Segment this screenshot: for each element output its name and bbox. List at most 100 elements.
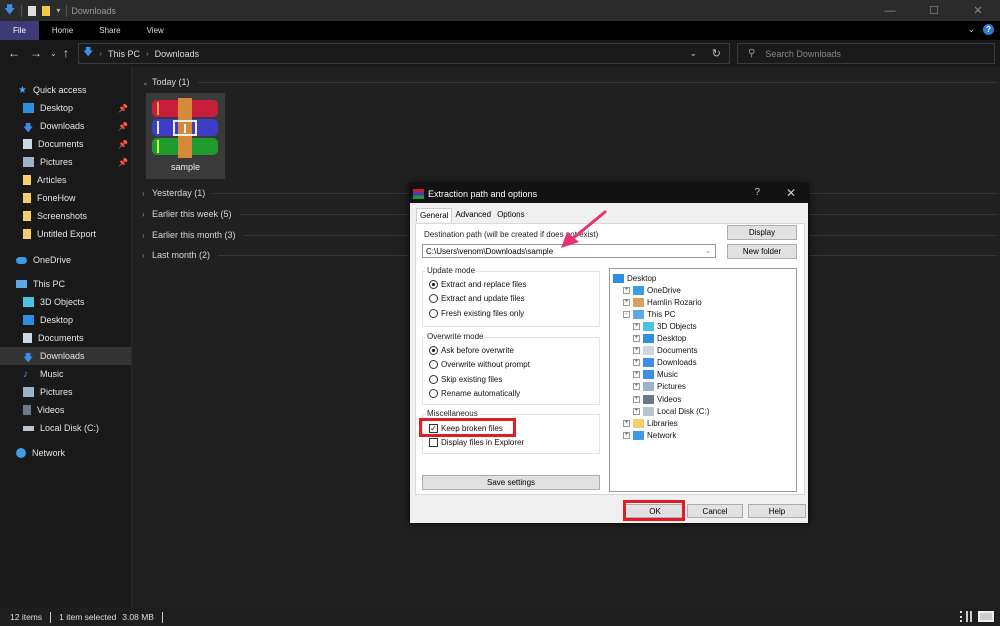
expand-icon[interactable]: + bbox=[633, 322, 640, 330]
search-input[interactable] bbox=[765, 48, 966, 59]
tree-node[interactable]: + Hamlin Rozario bbox=[623, 296, 702, 308]
expand-icon[interactable]: + bbox=[633, 407, 640, 415]
expand-icon[interactable]: + bbox=[633, 383, 640, 391]
expand-icon[interactable]: + bbox=[633, 371, 640, 379]
tab-advanced[interactable]: Advanced bbox=[452, 208, 494, 222]
tab-share[interactable]: Share bbox=[86, 21, 133, 40]
expand-icon[interactable]: + bbox=[633, 347, 640, 355]
sidebar-item-documents-pc[interactable]: Documents bbox=[0, 329, 131, 347]
large-icons-view-icon[interactable] bbox=[978, 611, 994, 622]
tree-node[interactable]: + Libraries bbox=[623, 417, 678, 429]
up-button[interactable]: ↑ bbox=[63, 46, 69, 60]
customize-qat-icon[interactable]: ▾ bbox=[56, 6, 60, 15]
display-button[interactable]: Display bbox=[727, 225, 797, 240]
expand-icon[interactable]: + bbox=[623, 286, 630, 294]
tab-file[interactable]: File bbox=[0, 21, 39, 40]
sidebar-item-downloads-pc[interactable]: 🡇 Downloads bbox=[0, 347, 131, 365]
tree-node[interactable]: + Music bbox=[633, 369, 678, 381]
radio-button[interactable] bbox=[429, 294, 438, 303]
details-view-icon[interactable] bbox=[960, 611, 972, 622]
radio-overwrite-without-prompt[interactable]: Overwrite without prompt bbox=[429, 360, 530, 369]
back-button[interactable]: ← bbox=[8, 46, 20, 60]
expand-icon[interactable]: + bbox=[633, 359, 640, 367]
radio-button[interactable] bbox=[429, 375, 438, 384]
folder-tree[interactable]: Desktop + OneDrive + Hamlin Rozario - This PC +… bbox=[609, 268, 797, 492]
sidebar-item-fonehow[interactable]: FoneHow bbox=[0, 189, 131, 207]
tree-node[interactable]: Desktop bbox=[613, 272, 656, 284]
collapse-icon[interactable]: - bbox=[623, 310, 630, 318]
tab-home[interactable]: Home bbox=[39, 21, 86, 40]
dialog-help-button[interactable]: ? bbox=[754, 187, 760, 198]
chevron-right-icon[interactable]: › bbox=[146, 49, 149, 58]
radio-extract-replace[interactable]: Extract and replace files bbox=[429, 280, 526, 289]
radio-fresh-existing[interactable]: Fresh existing files only bbox=[429, 309, 524, 318]
cancel-button[interactable]: Cancel bbox=[687, 504, 743, 518]
tab-general[interactable]: General bbox=[416, 208, 453, 222]
sidebar-item-music[interactable]: ♪ Music bbox=[0, 365, 131, 383]
sidebar-item-untitled-export[interactable]: Untitled Export bbox=[0, 225, 131, 243]
radio-ask-before-overwrite[interactable]: Ask before overwrite bbox=[429, 346, 514, 355]
sidebar-network[interactable]: Network bbox=[0, 444, 131, 462]
radio-rename-automatically[interactable]: Rename automatically bbox=[429, 389, 520, 398]
tree-node[interactable]: - This PC bbox=[623, 308, 675, 320]
close-button[interactable]: ✕ bbox=[956, 0, 1000, 21]
tree-node[interactable]: + Network bbox=[623, 429, 676, 441]
sidebar-item-pictures-pc[interactable]: Pictures bbox=[0, 383, 131, 401]
tab-view[interactable]: View bbox=[134, 21, 177, 40]
save-settings-button[interactable]: Save settings bbox=[422, 475, 600, 490]
tree-node[interactable]: + Desktop bbox=[633, 333, 686, 345]
radio-button[interactable] bbox=[429, 346, 438, 355]
help-icon[interactable]: ? bbox=[983, 24, 994, 35]
chevron-right-icon[interactable]: › bbox=[99, 49, 102, 58]
sidebar-item-articles[interactable]: Articles bbox=[0, 171, 131, 189]
pin-icon[interactable]: 📌 bbox=[118, 158, 128, 167]
pin-icon[interactable]: 📌 bbox=[118, 140, 128, 149]
sidebar-item-downloads[interactable]: 🡇 Downloads 📌 bbox=[0, 117, 131, 135]
dialog-close-button[interactable]: ✕ bbox=[786, 186, 796, 200]
expand-ribbon-icon[interactable]: ⌄ bbox=[967, 24, 975, 35]
address-bar[interactable]: 🡇 › This PC › Downloads ⌄ ↻ bbox=[78, 43, 730, 64]
radio-button[interactable] bbox=[429, 389, 438, 398]
address-dropdown-icon[interactable]: ⌄ bbox=[689, 48, 697, 59]
tree-node[interactable]: + Pictures bbox=[633, 381, 686, 393]
help-button[interactable]: Help bbox=[748, 504, 806, 518]
sidebar-item-videos[interactable]: Videos bbox=[0, 401, 131, 419]
sidebar-item-local-disk[interactable]: Local Disk (C:) bbox=[0, 419, 131, 437]
sidebar-quick-access[interactable]: ★ Quick access bbox=[0, 81, 131, 99]
dialog-title-bar[interactable]: Extraction path and options ? ✕ bbox=[410, 184, 808, 203]
refresh-button[interactable]: ↻ bbox=[712, 47, 721, 60]
radio-button[interactable] bbox=[429, 309, 438, 318]
sidebar-item-3d-objects[interactable]: 3D Objects bbox=[0, 293, 131, 311]
pin-icon[interactable]: 📌 bbox=[118, 122, 128, 131]
expand-icon[interactable]: + bbox=[623, 419, 630, 427]
forward-button[interactable]: → bbox=[30, 46, 42, 60]
radio-button[interactable] bbox=[429, 280, 438, 289]
chevron-down-icon[interactable]: ⌄ bbox=[705, 247, 711, 255]
tree-node[interactable]: +3D Objects bbox=[633, 320, 697, 332]
radio-skip-existing[interactable]: Skip existing files bbox=[429, 375, 502, 384]
minimize-button[interactable]: — bbox=[868, 0, 912, 21]
expand-icon[interactable]: + bbox=[633, 335, 640, 342]
sidebar-item-screenshots[interactable]: Screenshots bbox=[0, 207, 131, 225]
properties-icon[interactable] bbox=[28, 5, 37, 16]
radio-extract-update[interactable]: Extract and update files bbox=[429, 294, 525, 303]
tree-node[interactable]: + Documents bbox=[633, 345, 697, 357]
radio-button[interactable] bbox=[429, 360, 438, 369]
tree-node[interactable]: + Downloads bbox=[633, 357, 697, 369]
expand-icon[interactable]: + bbox=[623, 298, 630, 306]
new-folder-button[interactable]: New folder bbox=[727, 244, 797, 259]
file-item-sample[interactable]: sample bbox=[146, 93, 225, 179]
sidebar-item-pictures[interactable]: Pictures 📌 bbox=[0, 153, 131, 171]
group-today[interactable]: ⌄ Today (1) bbox=[142, 74, 997, 90]
tree-node[interactable]: + OneDrive bbox=[623, 284, 681, 296]
expand-icon[interactable]: + bbox=[633, 395, 640, 403]
pin-icon[interactable]: 📌 bbox=[118, 104, 128, 113]
tab-options[interactable]: Options bbox=[494, 208, 528, 222]
recent-locations-button[interactable]: ⌄ bbox=[50, 49, 57, 58]
breadcrumb-this-pc[interactable]: This PC bbox=[108, 49, 140, 59]
new-folder-icon[interactable] bbox=[42, 5, 51, 16]
expand-icon[interactable]: + bbox=[623, 431, 630, 439]
checkbox-display-in-explorer[interactable]: Display files in Explorer bbox=[429, 438, 524, 447]
sidebar-this-pc[interactable]: This PC bbox=[0, 275, 131, 293]
sidebar-item-desktop-pc[interactable]: Desktop bbox=[0, 311, 131, 329]
